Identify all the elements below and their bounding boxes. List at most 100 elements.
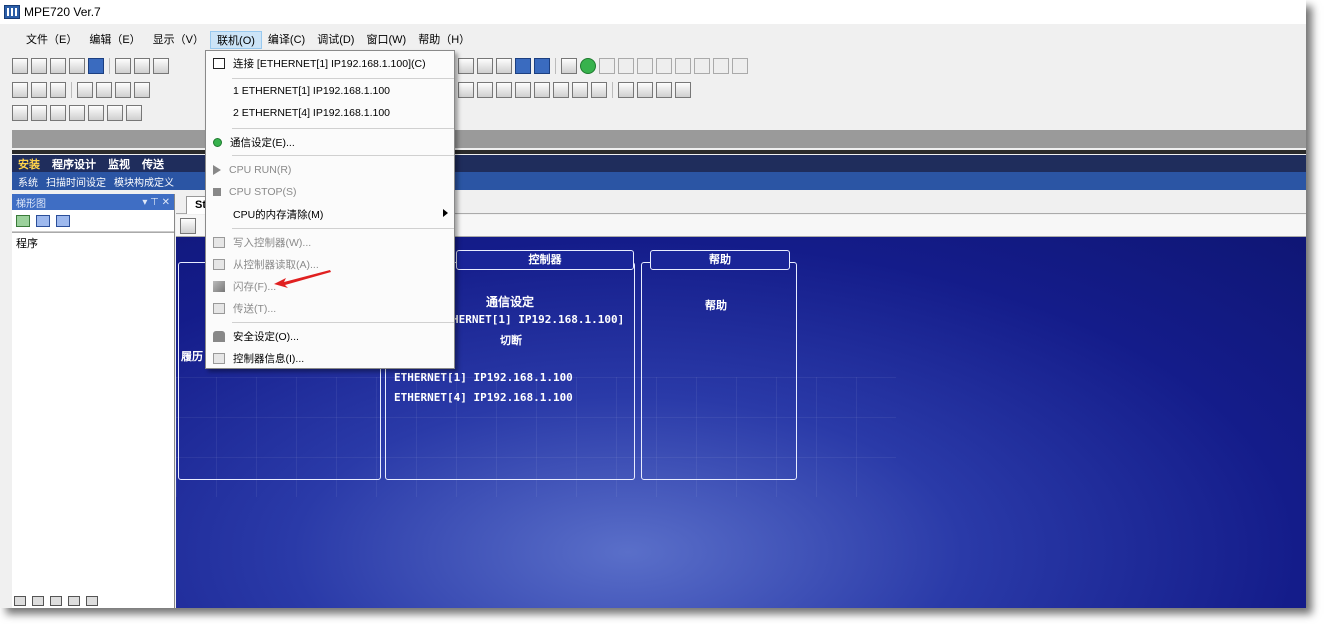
menu-info[interactable]: 控制器信息(I)... [206,347,454,369]
open-folder-icon[interactable] [50,58,66,74]
history-label: 履历 [181,350,203,363]
menu-connect[interactable]: 连接 [ETHERNET[1] IP192.168.1.100](C) [206,52,454,74]
menu-cpu-run-label: CPU RUN(R) [229,164,292,176]
comm-setting-icon [213,137,222,147]
less-than-icon[interactable] [496,82,512,98]
coil-reset-icon[interactable] [115,82,131,98]
history-entry-2[interactable]: ETHERNET[4] IP192.168.1.100 [394,391,573,404]
tab-monitor[interactable]: 监视 [108,156,130,172]
menu-online[interactable]: 联机(O) [210,31,262,49]
disable-icon[interactable] [69,105,85,121]
menu-bar: 文件（E） 编辑（E） 显示（V） 联机(O) 编译(C) 调试(D) 窗口(W… [0,30,1306,50]
contact-edge-icon[interactable] [50,82,66,98]
connect-icon[interactable] [561,58,577,74]
subtab-scan-time[interactable]: 扫描时间设定 [46,174,106,189]
copy-icon[interactable] [134,58,150,74]
subtab-module-config[interactable]: 模块构成定义 [114,174,174,189]
tab-transfer[interactable]: 传送 [142,156,164,172]
branch-icon[interactable] [134,82,150,98]
save-all-icon[interactable] [88,58,104,74]
layout-icon[interactable] [477,58,493,74]
open-file-icon[interactable] [31,58,47,74]
run-icon[interactable] [599,58,615,74]
delete-row-icon[interactable] [31,105,47,121]
new-file-icon[interactable] [12,58,28,74]
stop-icon[interactable] [618,58,634,74]
tree-item-program[interactable]: 程序 [16,235,170,251]
coil-set-icon[interactable] [96,82,112,98]
title-bar: MPE720 Ver.7 [0,0,1306,24]
tools-icon[interactable] [656,82,672,98]
panel-controls[interactable]: ▾ ⊤ ✕ [142,197,170,208]
not-equal-icon[interactable] [553,82,569,98]
tab-setup[interactable]: 安装 [18,156,40,172]
lock-icon[interactable] [713,58,729,74]
coil-icon[interactable] [77,82,93,98]
menu-file[interactable]: 文件（E） [20,31,83,49]
monitor-icon[interactable] [515,58,531,74]
toolbar-separator [612,82,613,98]
bottom-tab-icon[interactable] [14,596,26,606]
grid-icon[interactable] [637,82,653,98]
greater-equal-icon[interactable] [572,82,588,98]
tab-programming[interactable]: 程序设计 [52,156,96,172]
menu-window[interactable]: 窗口(W) [360,31,412,49]
tree-view-icon[interactable] [36,214,50,227]
menu-help[interactable]: 帮助（H） [412,31,476,49]
info-icon[interactable] [732,58,748,74]
flag-icon[interactable] [126,105,142,121]
add-program-icon[interactable] [16,214,30,227]
stop-icon [213,188,221,196]
comm-setting-icon[interactable] [580,58,596,74]
menu-compile[interactable]: 编译(C) [262,31,311,49]
move-icon[interactable] [458,82,474,98]
tag-icon[interactable] [56,214,70,227]
save-icon[interactable] [69,58,85,74]
columns-icon[interactable] [496,58,512,74]
flash-icon[interactable] [675,58,691,74]
less-equal-icon[interactable] [515,82,531,98]
find-icon[interactable] [458,58,474,74]
document-icon[interactable] [180,217,196,234]
menu-comm-setting[interactable]: 通信设定(E)... [206,131,454,153]
menu-debug[interactable]: 调试(D) [311,31,360,49]
help-link[interactable]: 帮助 [705,297,727,313]
menu-write[interactable]: 写入控制器(W)... [206,231,454,253]
paste-icon[interactable] [153,58,169,74]
marker-icon[interactable] [107,105,123,121]
bottom-tab-icon[interactable] [50,596,62,606]
bottom-tab-icon[interactable] [32,596,44,606]
cut-icon[interactable] [115,58,131,74]
comment-icon[interactable] [50,105,66,121]
menu-view[interactable]: 显示（V） [147,31,210,49]
comm-setting-link[interactable]: 通信设定 [486,293,534,310]
menu-transfer[interactable]: 传送(T)... [206,297,454,319]
subtab-system[interactable]: 系统 [18,174,38,189]
write-icon[interactable] [637,58,653,74]
bottom-tab-icon[interactable] [86,596,98,606]
menu-cpu-run[interactable]: CPU RUN(R) [206,159,454,181]
menu-cpu-stop[interactable]: CPU STOP(S) [206,181,454,203]
window-icon[interactable] [534,58,550,74]
bottom-tab-icon[interactable] [68,596,80,606]
contact-no-icon[interactable] [12,82,28,98]
equal-icon[interactable] [534,82,550,98]
bookmark-icon[interactable] [88,105,104,121]
greater-than-icon[interactable] [591,82,607,98]
read-icon[interactable] [656,58,672,74]
insert-row-icon[interactable] [12,105,28,121]
convert-icon[interactable] [477,82,493,98]
menu-separator [232,128,454,129]
menu-edit[interactable]: 编辑（E） [83,31,146,49]
transfer-icon [213,302,225,314]
contact-nc-icon[interactable] [31,82,47,98]
history-entry-1[interactable]: ETHERNET[1] IP192.168.1.100 [394,371,573,384]
disconnect-link[interactable]: 切断 [500,332,522,348]
table-icon[interactable] [618,82,634,98]
menu-cpu-clear[interactable]: CPU的内存清除(M) [206,203,454,225]
menu-recent-1[interactable]: 1 ETHERNET[1] IP192.168.1.100 [206,80,454,102]
settings-icon[interactable] [675,82,691,98]
menu-recent-2[interactable]: 2 ETHERNET[4] IP192.168.1.100 [206,102,454,124]
transfer-icon[interactable] [694,58,710,74]
menu-security[interactable]: 安全设定(O)... [206,325,454,347]
